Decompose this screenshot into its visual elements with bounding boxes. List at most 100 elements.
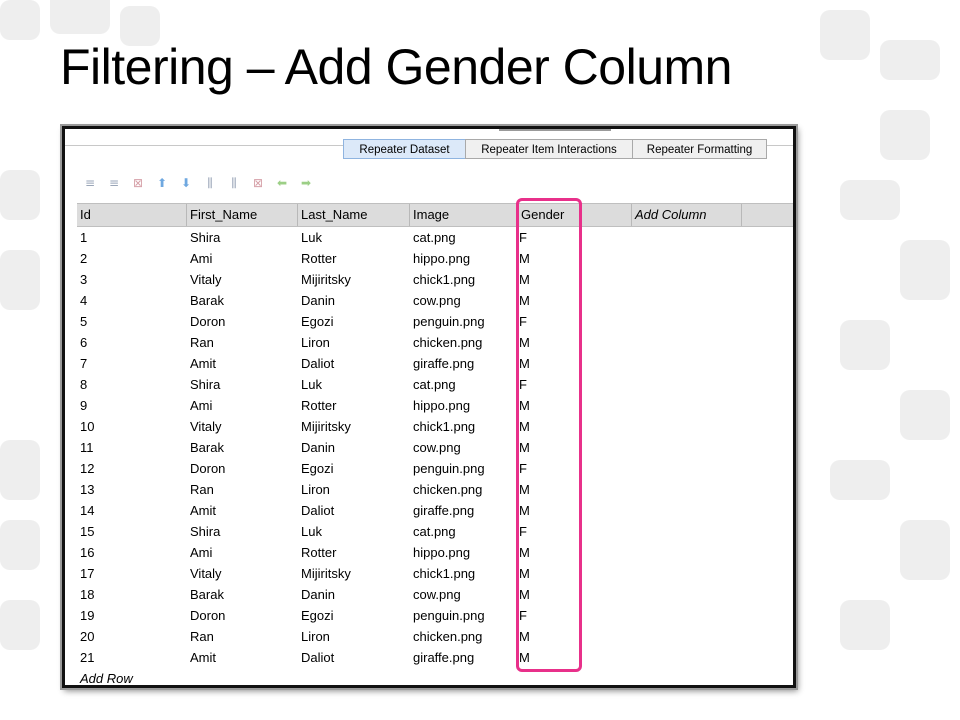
tab-repeater-dataset[interactable]: Repeater Dataset bbox=[343, 139, 466, 159]
cell-first-name[interactable]: Ami bbox=[187, 542, 298, 563]
cell-image[interactable]: cat.png bbox=[410, 521, 518, 542]
cell-image[interactable]: hippo.png bbox=[410, 248, 518, 269]
cell-last-name[interactable]: Egozi bbox=[298, 458, 410, 479]
table-row[interactable]: 15 Shira Luk cat.png F bbox=[77, 521, 793, 542]
cell-first-name[interactable]: Barak bbox=[187, 290, 298, 311]
table-row[interactable]: 4 Barak Danin cow.png M bbox=[77, 290, 793, 311]
add-row-button[interactable]: Add Row bbox=[77, 668, 793, 685]
cell-id[interactable]: 14 bbox=[77, 500, 187, 521]
cell-last-name[interactable]: Mijiritsky bbox=[298, 563, 410, 584]
cell-id[interactable]: 11 bbox=[77, 437, 187, 458]
table-row[interactable]: 13 Ran Liron chicken.png M bbox=[77, 479, 793, 500]
cell-last-name[interactable]: Daliot bbox=[298, 647, 410, 668]
tab-repeater-formatting[interactable]: Repeater Formatting bbox=[632, 139, 767, 159]
cell-last-name[interactable]: Daliot bbox=[298, 353, 410, 374]
column-header-first-name[interactable]: First_Name bbox=[187, 204, 298, 226]
cell-id[interactable]: 7 bbox=[77, 353, 187, 374]
cell-first-name[interactable]: Amit bbox=[187, 353, 298, 374]
cell-last-name[interactable]: Danin bbox=[298, 584, 410, 605]
cell-last-name[interactable]: Mijiritsky bbox=[298, 269, 410, 290]
cell-first-name[interactable]: Shira bbox=[187, 521, 298, 542]
cell-last-name[interactable]: Liron bbox=[298, 479, 410, 500]
cell-image[interactable]: penguin.png bbox=[410, 605, 518, 626]
table-row[interactable]: 14 Amit Daliot giraffe.png M bbox=[77, 500, 793, 521]
cell-id[interactable]: 16 bbox=[77, 542, 187, 563]
cell-first-name[interactable]: Ran bbox=[187, 626, 298, 647]
tab-repeater-item-interactions[interactable]: Repeater Item Interactions bbox=[465, 139, 633, 159]
cell-image[interactable]: penguin.png bbox=[410, 311, 518, 332]
column-header-image[interactable]: Image bbox=[410, 204, 518, 226]
table-row[interactable]: 3 Vitaly Mijiritsky chick1.png M bbox=[77, 269, 793, 290]
cell-image[interactable]: chicken.png bbox=[410, 332, 518, 353]
table-row[interactable]: 12 Doron Egozi penguin.png F bbox=[77, 458, 793, 479]
cell-id[interactable]: 12 bbox=[77, 458, 187, 479]
insert-row-above-icon[interactable]: ≡ bbox=[79, 175, 101, 191]
cell-first-name[interactable]: Doron bbox=[187, 458, 298, 479]
cell-last-name[interactable]: Rotter bbox=[298, 248, 410, 269]
cell-id[interactable]: 21 bbox=[77, 647, 187, 668]
cell-last-name[interactable]: Danin bbox=[298, 290, 410, 311]
move-left-icon[interactable]: ⬅ bbox=[271, 175, 293, 191]
cell-image[interactable]: chicken.png bbox=[410, 626, 518, 647]
cell-last-name[interactable]: Luk bbox=[298, 227, 410, 248]
cell-last-name[interactable]: Luk bbox=[298, 521, 410, 542]
cell-id[interactable]: 5 bbox=[77, 311, 187, 332]
cell-id[interactable]: 9 bbox=[77, 395, 187, 416]
cell-image[interactable]: chick1.png bbox=[410, 416, 518, 437]
cell-image[interactable]: giraffe.png bbox=[410, 647, 518, 668]
cell-image[interactable]: cat.png bbox=[410, 227, 518, 248]
cell-last-name[interactable]: Daliot bbox=[298, 500, 410, 521]
cell-first-name[interactable]: Vitaly bbox=[187, 563, 298, 584]
cell-first-name[interactable]: Barak bbox=[187, 584, 298, 605]
cell-last-name[interactable]: Liron bbox=[298, 626, 410, 647]
cell-first-name[interactable]: Doron bbox=[187, 311, 298, 332]
cell-image[interactable]: penguin.png bbox=[410, 458, 518, 479]
cell-id[interactable]: 8 bbox=[77, 374, 187, 395]
cell-id[interactable]: 4 bbox=[77, 290, 187, 311]
table-row[interactable]: 7 Amit Daliot giraffe.png M bbox=[77, 353, 793, 374]
cell-last-name[interactable]: Rotter bbox=[298, 542, 410, 563]
cell-first-name[interactable]: Barak bbox=[187, 437, 298, 458]
column-header-id[interactable]: Id bbox=[77, 204, 187, 226]
table-row[interactable]: 5 Doron Egozi penguin.png F bbox=[77, 311, 793, 332]
table-row[interactable]: 8 Shira Luk cat.png F bbox=[77, 374, 793, 395]
cell-image[interactable]: chicken.png bbox=[410, 479, 518, 500]
cell-id[interactable]: 19 bbox=[77, 605, 187, 626]
table-row[interactable]: 9 Ami Rotter hippo.png M bbox=[77, 395, 793, 416]
cell-first-name[interactable]: Amit bbox=[187, 647, 298, 668]
delete-column-icon[interactable]: ⊠ bbox=[247, 175, 269, 191]
table-row[interactable]: 1 Shira Luk cat.png F bbox=[77, 227, 793, 248]
cell-image[interactable]: cow.png bbox=[410, 437, 518, 458]
insert-column-right-icon[interactable]: ⫼ bbox=[223, 175, 245, 191]
cell-last-name[interactable]: Mijiritsky bbox=[298, 416, 410, 437]
table-row[interactable]: 10 Vitaly Mijiritsky chick1.png M bbox=[77, 416, 793, 437]
cell-image[interactable]: cow.png bbox=[410, 584, 518, 605]
cell-first-name[interactable]: Ami bbox=[187, 395, 298, 416]
cell-last-name[interactable]: Luk bbox=[298, 374, 410, 395]
cell-image[interactable]: giraffe.png bbox=[410, 353, 518, 374]
cell-id[interactable]: 15 bbox=[77, 521, 187, 542]
cell-first-name[interactable]: Vitaly bbox=[187, 416, 298, 437]
insert-column-left-icon[interactable]: ⫼ bbox=[199, 175, 221, 191]
column-header-last-name[interactable]: Last_Name bbox=[298, 204, 410, 226]
table-row[interactable]: 19 Doron Egozi penguin.png F bbox=[77, 605, 793, 626]
cell-id[interactable]: 10 bbox=[77, 416, 187, 437]
cell-first-name[interactable]: Doron bbox=[187, 605, 298, 626]
cell-image[interactable]: chick1.png bbox=[410, 563, 518, 584]
cell-image[interactable]: chick1.png bbox=[410, 269, 518, 290]
insert-row-below-icon[interactable]: ≡ bbox=[103, 175, 125, 191]
cell-last-name[interactable]: Egozi bbox=[298, 311, 410, 332]
table-row[interactable]: 17 Vitaly Mijiritsky chick1.png M bbox=[77, 563, 793, 584]
cell-first-name[interactable]: Ami bbox=[187, 248, 298, 269]
table-row[interactable]: 21 Amit Daliot giraffe.png M bbox=[77, 647, 793, 668]
cell-image[interactable]: hippo.png bbox=[410, 542, 518, 563]
table-row[interactable]: 11 Barak Danin cow.png M bbox=[77, 437, 793, 458]
move-down-icon[interactable]: ⬇ bbox=[175, 175, 197, 191]
cell-id[interactable]: 13 bbox=[77, 479, 187, 500]
add-column-button[interactable]: Add Column bbox=[632, 204, 742, 226]
cell-last-name[interactable]: Egozi bbox=[298, 605, 410, 626]
cell-first-name[interactable]: Shira bbox=[187, 374, 298, 395]
table-row[interactable]: 20 Ran Liron chicken.png M bbox=[77, 626, 793, 647]
delete-row-icon[interactable]: ⊠ bbox=[127, 175, 149, 191]
cell-id[interactable]: 3 bbox=[77, 269, 187, 290]
